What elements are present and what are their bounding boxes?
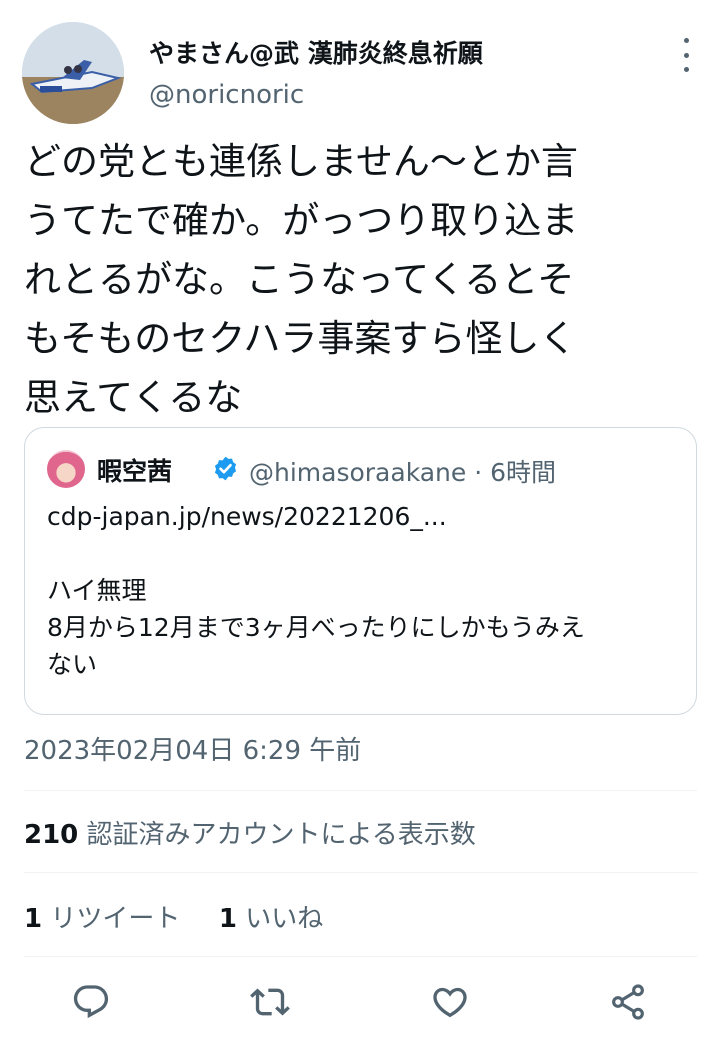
author-display-name[interactable]: やまさん@武 漢肺炎終息祈願	[149, 34, 483, 70]
divider	[24, 872, 697, 873]
jet-plane-photo-icon	[22, 22, 124, 124]
author-handle[interactable]: @noricnoric	[149, 80, 304, 110]
author-avatar[interactable]	[22, 22, 124, 124]
quoted-author-avatar[interactable]	[47, 450, 85, 488]
likes-stat[interactable]: 1 いいね	[219, 904, 323, 934]
views-count: 210	[24, 820, 79, 850]
quoted-tweet-body: cdp-japan.jp/news/20221206_... ハイ無理 8月から…	[47, 502, 585, 679]
views-label: 認証済みアカウントによる表示数	[86, 820, 476, 850]
retweet-icon	[250, 988, 290, 1016]
like-button[interactable]	[430, 982, 470, 1022]
reply-button[interactable]	[71, 982, 111, 1022]
quoted-author-name[interactable]: 暇空茜	[97, 452, 172, 488]
retweets-label: リツイート	[50, 904, 181, 934]
share-button[interactable]	[608, 982, 648, 1022]
divider	[24, 956, 697, 957]
action-bar	[0, 972, 719, 1032]
engagement-stats: 1 リツイート 1 いいね	[24, 898, 323, 935]
likes-label: いいね	[245, 904, 324, 934]
tweet-text: どの党とも連係しません〜とか言 うてたで確か。がっつり取り込ま れとるがな。こう…	[24, 140, 579, 419]
likes-count: 1	[218, 904, 237, 934]
quoted-handle-time: @himasoraakane · 6時間	[249, 458, 557, 487]
divider	[24, 790, 697, 791]
views-stat[interactable]: 210 認証済みアカウントによる表示数	[24, 814, 476, 851]
like-heart-icon	[433, 987, 467, 1018]
reply-icon	[73, 985, 109, 1019]
retweets-count: 1	[24, 904, 43, 934]
verified-badge-icon	[214, 456, 237, 481]
quoted-tweet-card[interactable]: 暇空茜 @himasoraakane · 6時間 cdp-japan.jp/ne…	[24, 427, 697, 715]
share-icon	[612, 984, 644, 1020]
retweets-stat[interactable]: 1 リツイート	[24, 904, 180, 934]
tweet-timestamp[interactable]: 2023年02月04日 6:29 午前	[24, 730, 361, 767]
more-options-icon[interactable]	[676, 38, 696, 72]
tweet-header: やまさん@武 漢肺炎終息祈願 @noricnoric	[22, 22, 702, 124]
retweet-button[interactable]	[250, 982, 290, 1022]
